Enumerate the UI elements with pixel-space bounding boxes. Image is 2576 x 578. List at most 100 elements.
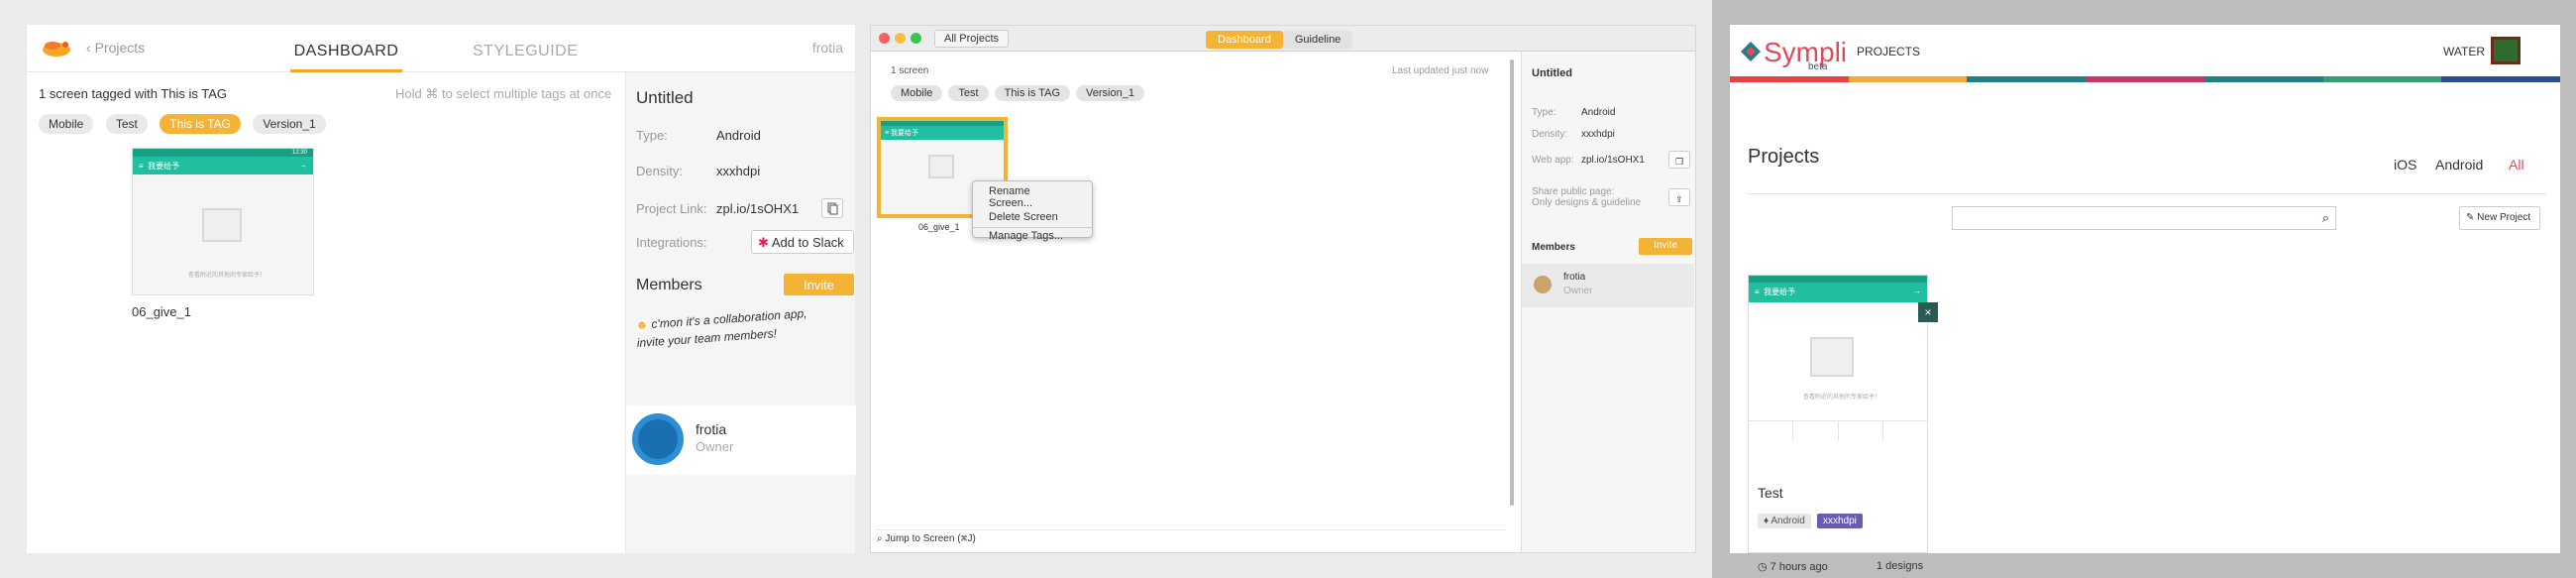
- user-name[interactable]: frotia: [812, 40, 843, 56]
- tag-mobile[interactable]: Mobile: [891, 85, 943, 101]
- copy-link-button[interactable]: [821, 198, 843, 218]
- minimize-window-button[interactable]: [895, 33, 906, 44]
- new-project-label: New Project: [2477, 212, 2531, 223]
- member-avatar: [1534, 276, 1552, 293]
- top-bar: ‹ Projects DASHBOARD STYLEGUIDE frotia: [27, 25, 855, 72]
- placeholder-image-icon: [1810, 337, 1854, 377]
- search-icon[interactable]: ⌕: [2322, 210, 2329, 226]
- tab-dashboard[interactable]: DASHBOARD: [290, 43, 402, 72]
- menu-item-rename[interactable]: Rename Screen...: [973, 184, 1092, 210]
- page-title: Projects: [1748, 146, 1820, 168]
- tag-version-1[interactable]: Version_1: [253, 114, 326, 134]
- app-bar-title: 我要给予: [891, 130, 919, 137]
- sympli-logo-icon[interactable]: [1740, 41, 1762, 62]
- add-to-slack-button[interactable]: ✱ Add to Slack: [751, 230, 854, 254]
- member-role: Owner: [696, 439, 734, 454]
- menu-icon: ≡: [139, 162, 144, 171]
- copy-link-button[interactable]: ❐: [1668, 151, 1690, 169]
- density-label: Density:: [1532, 129, 1568, 140]
- project-name[interactable]: Test: [1758, 485, 1783, 501]
- close-window-button[interactable]: [879, 33, 890, 44]
- menu-item-delete[interactable]: Delete Screen: [973, 210, 1092, 224]
- project-link-label: Project Link:: [636, 201, 707, 216]
- stripe-segment: [1967, 76, 2087, 82]
- placeholder-image-icon: [202, 208, 242, 242]
- project-title[interactable]: Untitled: [1532, 67, 1572, 79]
- copy-icon: ❐: [1675, 157, 1684, 167]
- user-name[interactable]: WATER: [2443, 45, 2485, 58]
- status-time: 12:30: [291, 150, 307, 156]
- platform-badge: ♦ Android: [1758, 514, 1811, 528]
- status-bar: 12:30: [133, 149, 313, 157]
- design-count: 1 designs: [1877, 560, 1924, 572]
- invite-button[interactable]: Invite: [784, 274, 854, 295]
- web-app-label: Web app:: [1532, 155, 1574, 166]
- note-line-1: c'mon it's a collaboration app,: [651, 305, 807, 331]
- web-app-value[interactable]: zpl.io/1sOHX1: [1581, 155, 1645, 166]
- tag-test[interactable]: Test: [948, 85, 989, 101]
- filter-all[interactable]: All: [2509, 157, 2524, 173]
- stripe-segment: [2441, 76, 2561, 82]
- menu-icon: ≡: [1755, 288, 1760, 296]
- share-label: Share public page:: [1532, 186, 1615, 197]
- new-project-button[interactable]: ✎ New Project: [2459, 206, 2540, 230]
- tab-guideline[interactable]: Guideline: [1282, 31, 1353, 49]
- filter-ios[interactable]: iOS: [2394, 157, 2416, 173]
- nav-projects[interactable]: PROJECTS: [1857, 45, 1920, 58]
- color-stripe: [1730, 76, 2561, 82]
- back-link[interactable]: ‹ Projects: [86, 40, 145, 56]
- search-input[interactable]: ⌕: [1952, 206, 2336, 230]
- thumbnail-strip: [1749, 420, 1927, 440]
- close-icon[interactable]: ×: [1918, 302, 1938, 322]
- screen-name[interactable]: 06_give_1: [132, 304, 191, 319]
- tag-this-is-tag[interactable]: This is TAG: [994, 85, 1071, 101]
- tag-test[interactable]: Test: [105, 114, 148, 134]
- arrow-right-icon: →: [1913, 287, 1921, 295]
- smile-icon: ☻: [635, 317, 649, 333]
- context-menu: Rename Screen... Delete Screen Manage Ta…: [972, 180, 1093, 242]
- invite-button[interactable]: Invite: [1639, 238, 1692, 255]
- divider: [1748, 193, 2546, 194]
- clock-icon: ◷: [1758, 561, 1768, 573]
- android-icon: ♦: [1764, 516, 1770, 526]
- last-updated: Last updated just now: [1392, 65, 1489, 76]
- project-title[interactable]: Untitled: [636, 88, 694, 108]
- filter-android[interactable]: Android: [2435, 157, 2483, 173]
- status-bar: [1749, 276, 1927, 283]
- member-role: Owner: [1563, 286, 1593, 296]
- tag-list: Mobile Test This is TAG Version_1: [891, 83, 1150, 101]
- share-button[interactable]: ⇪: [1668, 188, 1690, 206]
- placeholder-image-icon: [928, 155, 954, 178]
- tab-dashboard[interactable]: Dashboard: [1206, 31, 1283, 49]
- scrollbar[interactable]: [1510, 59, 1514, 506]
- jump-label: Jump to Screen (⌘J): [885, 533, 976, 544]
- share-sub: Only designs & guideline: [1532, 197, 1642, 208]
- tag-this-is-tag[interactable]: This is TAG: [160, 114, 241, 134]
- project-link-value[interactable]: zpl.io/1sOHX1: [716, 201, 799, 216]
- zeplin-logo[interactable]: [41, 37, 72, 58]
- beta-badge: beta: [1808, 61, 1828, 72]
- zoom-window-button[interactable]: [911, 33, 921, 44]
- screen-count: 1 screen tagged with This is TAG: [39, 86, 228, 101]
- all-projects-button[interactable]: All Projects: [934, 30, 1010, 48]
- tab-styleguide[interactable]: STYLEGUIDE: [473, 43, 578, 60]
- screen-name[interactable]: 06_give_1: [918, 222, 960, 232]
- arrow-right-icon: →: [299, 161, 307, 170]
- members-heading: Members: [1532, 242, 1575, 253]
- menu-item-manage-tags[interactable]: Manage Tags...: [973, 227, 1092, 243]
- stripe-segment: [2203, 76, 2323, 82]
- back-label: Projects: [94, 40, 146, 56]
- tag-version-1[interactable]: Version_1: [1076, 85, 1144, 101]
- invite-note: ☻ c'mon it's a collaboration app, invite …: [635, 304, 808, 352]
- chevron-left-icon: ‹: [86, 40, 95, 56]
- screen-thumbnail[interactable]: 12:30 ≡ 我要给予 → 查看附近的其他的专家给予！: [132, 148, 314, 295]
- brand-name[interactable]: Sympli: [1764, 37, 1847, 68]
- app-bar: ≡ 我要给予: [881, 126, 1004, 140]
- density-value: xxxhdpi: [1581, 129, 1615, 140]
- screen-caption: 查看附近的其他的专家给予！: [188, 273, 267, 279]
- project-card[interactable]: ≡ 我要给予 → 查看附近的其他的专家给予！: [1748, 275, 1928, 553]
- user-avatar[interactable]: [2491, 37, 2521, 64]
- copy-icon: [827, 202, 838, 215]
- tag-mobile[interactable]: Mobile: [39, 114, 94, 134]
- jump-to-screen[interactable]: ⌕ Jump to Screen (⌘J): [877, 529, 1505, 547]
